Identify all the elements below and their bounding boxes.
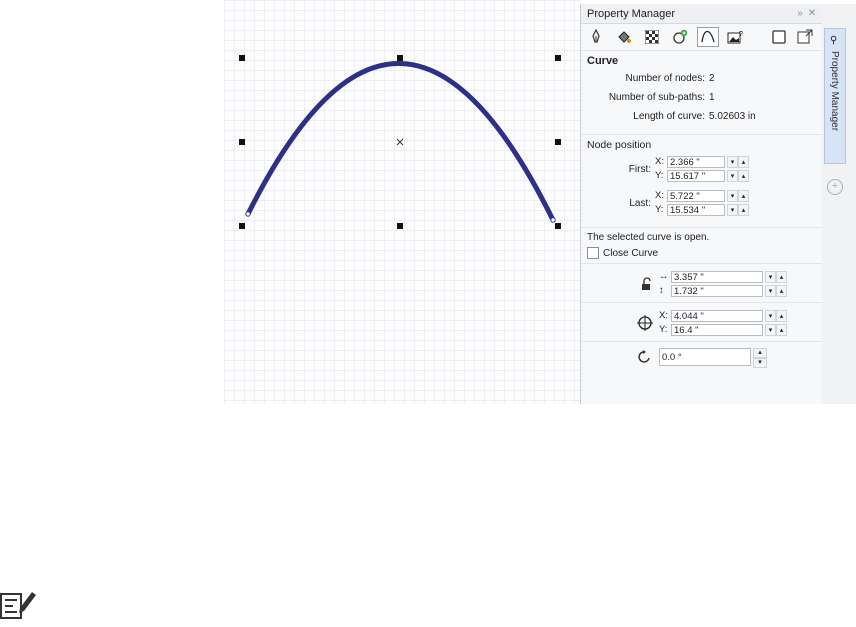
last-label: Last:	[629, 197, 651, 209]
position-x-spinner[interactable]: ▾ ▴	[765, 309, 787, 322]
first-label: First:	[628, 163, 651, 175]
close-curve-label: Close Curve	[603, 247, 659, 259]
handle-top-center[interactable]	[397, 55, 403, 61]
first-y-axis: Y:	[655, 170, 664, 181]
export-frame-icon[interactable]	[794, 27, 816, 47]
panel-title-bar: Property Manager » ✕	[581, 4, 822, 24]
note-icon	[0, 586, 40, 627]
last-y-spinner[interactable]: ▾ ▴	[727, 203, 749, 216]
size-section: ↔ 3.357 " ▾ ▴ ↕ 1.732 " ▾ ▴	[581, 264, 822, 303]
rotation-section: 0.0 ° ▴ ▾	[581, 342, 822, 370]
lock-ratio-icon[interactable]	[587, 277, 659, 291]
height-spinner[interactable]: ▾ ▴	[765, 284, 787, 297]
curve-icon[interactable]	[697, 27, 719, 47]
property-manager-tab[interactable]: ⚲ Property Manager	[824, 28, 846, 164]
first-x-axis: X:	[655, 156, 664, 167]
close-curve-box[interactable]	[587, 247, 599, 259]
height-field[interactable]: 1.732 "	[671, 284, 763, 297]
position-y-field[interactable]: 16.4 "	[671, 323, 763, 336]
rotation-field[interactable]: 0.0 °	[659, 348, 751, 366]
height-arrow-icon: ↕	[659, 285, 664, 296]
end-node[interactable]	[550, 217, 556, 223]
handle-top-left[interactable]	[239, 55, 245, 61]
nodes-value: 2	[709, 73, 715, 84]
property-toolbar: ?	[581, 24, 822, 51]
panel-title: Property Manager	[587, 7, 676, 20]
first-x-field[interactable]: 2.366 "	[667, 155, 725, 168]
first-node-group: First: X: 2.366 " ▾ ▴ Y: 15.617 " ▾ ▴	[587, 155, 816, 183]
frame-icon[interactable]	[768, 27, 790, 47]
property-manager-panel: Property Manager » ✕ ? Curve Number of n…	[580, 4, 822, 404]
expand-icon[interactable]: »	[794, 8, 806, 19]
curve-section-title: Curve	[587, 55, 619, 67]
last-x-spinner[interactable]: ▾ ▴	[727, 189, 749, 202]
first-x-spinner[interactable]: ▾ ▴	[727, 155, 749, 168]
subpaths-label: Number of sub-paths:	[608, 92, 705, 103]
close-icon[interactable]: ✕	[806, 8, 818, 19]
pen-icon[interactable]	[585, 27, 607, 47]
bitmap-icon[interactable]: ?	[725, 27, 747, 47]
docker-tab-strip: ⚲ Property Manager +	[822, 4, 856, 404]
position-section: X: 4.044 " ▾ ▴ Y: 16.4 " ▾ ▴	[581, 303, 822, 342]
rotation-spinner[interactable]: ▴ ▾	[753, 348, 767, 368]
add-effect-icon[interactable]	[669, 27, 691, 47]
position-crosshair-icon	[587, 315, 659, 331]
add-docker-icon[interactable]: +	[827, 179, 843, 195]
drawing-canvas[interactable]	[224, 0, 580, 404]
pin-icon[interactable]: ⚲	[830, 35, 837, 46]
position-y-spinner[interactable]: ▾ ▴	[765, 323, 787, 336]
curve-drawing[interactable]	[224, 0, 580, 404]
close-curve-checkbox[interactable]: Close Curve	[587, 247, 816, 259]
width-field[interactable]: 3.357 "	[671, 270, 763, 283]
position-x-axis: X:	[659, 310, 668, 321]
curve-open-section: The selected curve is open. Close Curve	[581, 228, 822, 264]
node-position-title: Node position	[587, 139, 652, 151]
first-y-field[interactable]: 15.617 "	[667, 169, 725, 182]
pattern-icon[interactable]	[641, 27, 663, 47]
curve-length: Length of curve: 5.02603 in	[587, 111, 816, 122]
handle-middle-left[interactable]	[239, 139, 245, 145]
handle-middle-right[interactable]	[555, 139, 561, 145]
fill-icon[interactable]	[613, 27, 635, 47]
property-manager-tab-label: Property Manager	[829, 51, 840, 132]
position-y-axis: Y:	[659, 324, 668, 335]
curve-open-status: The selected curve is open.	[587, 232, 710, 243]
last-x-field[interactable]: 5.722 "	[667, 189, 725, 202]
subpaths-value: 1	[709, 92, 715, 103]
subpaths-count: Number of sub-paths: 1	[587, 92, 816, 103]
last-node-group: Last: X: 5.722 " ▾ ▴ Y: 15.534 " ▾ ▴	[587, 189, 816, 217]
length-label: Length of curve:	[633, 111, 705, 122]
center-mark-icon	[396, 138, 404, 146]
start-node[interactable]	[245, 211, 251, 217]
nodes-label: Number of nodes:	[625, 73, 706, 84]
handle-bottom-center[interactable]	[397, 223, 403, 229]
handle-bottom-left[interactable]	[239, 223, 245, 229]
svg-text:?: ?	[739, 31, 743, 38]
curve-section: Curve Number of nodes: 2 Number of sub-p…	[581, 51, 822, 135]
width-spinner[interactable]: ▾ ▴	[765, 270, 787, 283]
last-x-axis: X:	[655, 190, 664, 201]
last-y-axis: Y:	[655, 204, 664, 215]
handle-top-right[interactable]	[555, 55, 561, 61]
rotation-icon	[587, 349, 659, 365]
last-y-field[interactable]: 15.534 "	[667, 203, 725, 216]
position-x-field[interactable]: 4.044 "	[671, 309, 763, 322]
node-position-section: Node position First: X: 2.366 " ▾ ▴ Y: 15…	[581, 135, 822, 228]
first-y-spinner[interactable]: ▾ ▴	[727, 169, 749, 182]
length-value: 5.02603 in	[709, 111, 756, 122]
handle-bottom-right[interactable]	[555, 223, 561, 229]
width-arrow-icon: ↔	[659, 271, 669, 282]
nodes-count: Number of nodes: 2	[587, 73, 816, 84]
